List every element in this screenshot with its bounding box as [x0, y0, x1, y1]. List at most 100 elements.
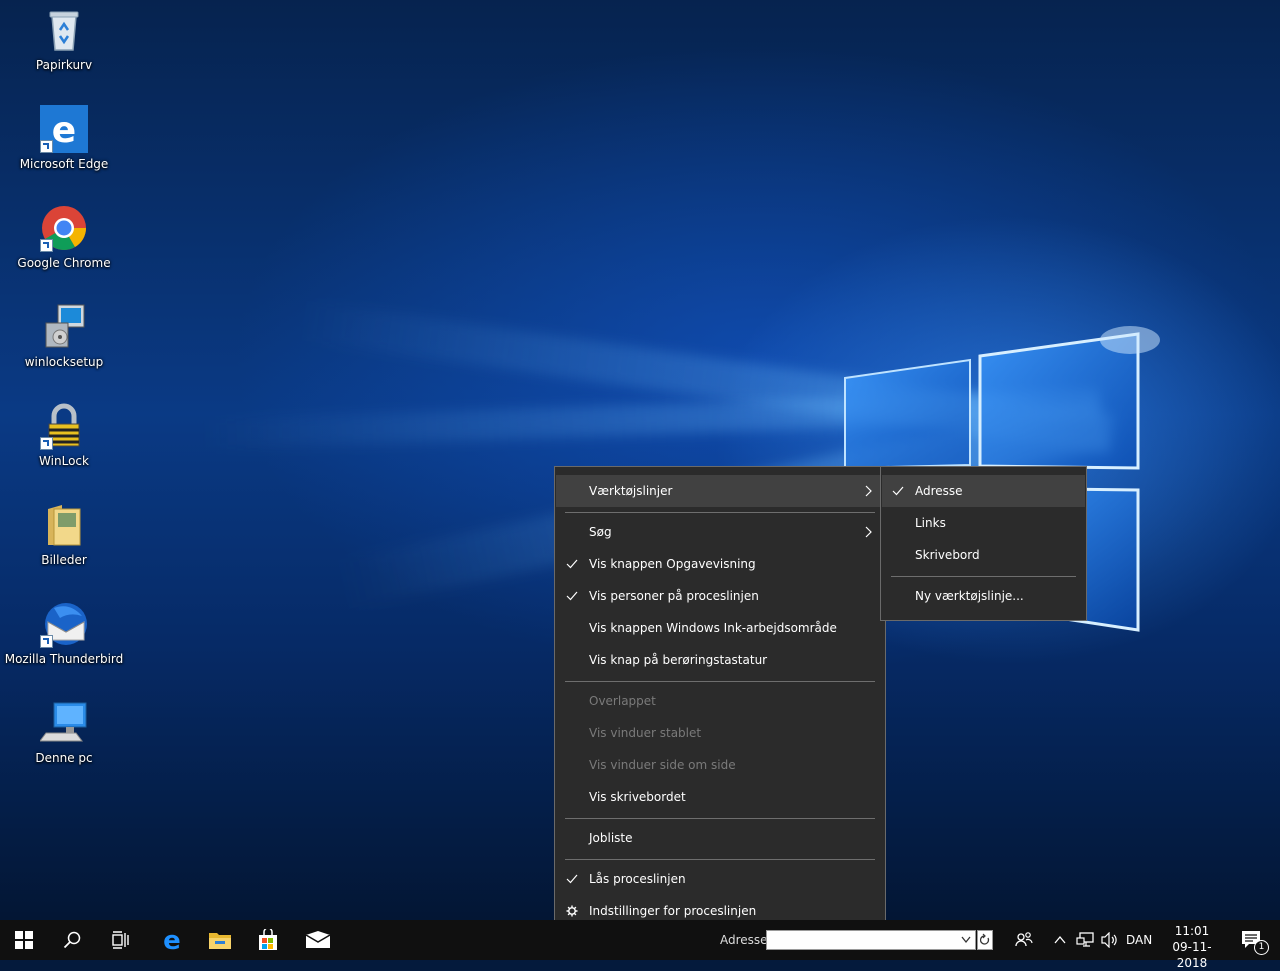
menu-item-toolbars[interactable]: Værktøjslinjer [556, 475, 884, 507]
network-button[interactable] [1072, 920, 1098, 960]
chevron-down-icon[interactable] [961, 936, 971, 944]
address-input[interactable] [766, 930, 976, 950]
installer-icon [40, 303, 88, 351]
submenu-item-desktop[interactable]: Skrivebord [882, 539, 1085, 571]
taskbar-store-button[interactable] [244, 920, 292, 960]
menu-item-label: Jobliste [589, 831, 633, 845]
menu-item-label: Indstillinger for proceslinjen [589, 904, 757, 918]
taskbar-mail-button[interactable] [294, 920, 342, 960]
show-hidden-icons-button[interactable] [1048, 920, 1072, 960]
menu-item-task-manager[interactable]: Jobliste [556, 822, 884, 854]
windows-start-icon [15, 931, 33, 949]
taskbar-edge-button[interactable]: e [148, 920, 196, 960]
menu-item-label: Værktøjslinjer [589, 484, 673, 498]
chevron-right-icon [865, 485, 872, 497]
taskbar-context-menu: Værktøjslinjer Søg Vis knappen Opgavevis… [554, 466, 886, 936]
shortcut-arrow-icon [40, 239, 53, 252]
volume-button[interactable] [1098, 920, 1122, 960]
menu-separator [891, 576, 1076, 577]
menu-item-label: Adresse [915, 484, 963, 498]
submenu-item-address[interactable]: Adresse [882, 475, 1085, 507]
start-button[interactable] [0, 920, 48, 960]
menu-item-task-view[interactable]: Vis knappen Opgavevisning [556, 548, 884, 580]
chrome-icon [40, 204, 88, 252]
menu-item-stacked: Vis vinduer stablet [556, 717, 884, 749]
thunderbird-icon [40, 600, 88, 648]
shortcut-arrow-icon [40, 437, 53, 450]
menu-item-label: Søg [589, 525, 612, 539]
search-icon [63, 931, 81, 949]
gear-icon [566, 905, 578, 917]
folder-pictures-icon [40, 501, 88, 549]
submenu-item-new-toolbar[interactable]: Ny værktøjslinje... [882, 580, 1085, 612]
desktop-icon-recycle-bin[interactable]: Papirkurv [4, 6, 124, 72]
people-icon [1015, 932, 1033, 947]
menu-item-show-desktop[interactable]: Vis skrivebordet [556, 781, 884, 813]
checkmark-icon [892, 486, 904, 496]
chevron-up-icon [1054, 936, 1066, 944]
desktop-icon-label: Google Chrome [17, 256, 111, 270]
computer-icon [39, 699, 88, 747]
menu-item-label: Vis vinduer side om side [589, 758, 736, 772]
svg-text:e: e [163, 928, 181, 952]
recycle-bin-icon [40, 6, 88, 54]
padlock-icon [40, 402, 88, 450]
menu-item-search[interactable]: Søg [556, 516, 884, 548]
taskbar: e Adresse DAN 11:01 09-11-2018 1 [0, 920, 1280, 970]
desktop-icon-denne-pc[interactable]: Denne pc [4, 699, 124, 765]
mail-icon [305, 931, 331, 948]
svg-text:e: e [52, 110, 76, 151]
menu-item-side-by-side: Vis vinduer side om side [556, 749, 884, 781]
notification-count-badge: 1 [1254, 940, 1269, 955]
people-button[interactable] [1002, 920, 1046, 960]
desktop-icon-label: Denne pc [35, 751, 93, 765]
edge-icon: e [40, 105, 88, 153]
desktop-icon-mozilla-thunderbird[interactable]: Mozilla Thunderbird [4, 600, 124, 666]
input-language-indicator[interactable]: DAN [1126, 933, 1152, 947]
menu-separator [565, 859, 875, 860]
menu-item-label: Lås proceslinjen [589, 872, 686, 886]
menu-item-label: Vis knap på berøringstastatur [589, 653, 768, 667]
address-go-button[interactable] [977, 930, 993, 950]
checkmark-icon [566, 591, 578, 601]
menu-item-label: Vis personer på proceslinjen [589, 589, 759, 603]
menu-separator [565, 681, 875, 682]
action-center-button[interactable]: 1 [1232, 920, 1272, 960]
desktop-icon-label: Billeder [41, 553, 87, 567]
task-view-button[interactable] [96, 920, 144, 960]
desktop-icon-google-chrome[interactable]: Google Chrome [4, 204, 124, 270]
task-view-icon [112, 931, 129, 949]
menu-item-label: Vis skrivebordet [589, 790, 686, 804]
menu-item-people[interactable]: Vis personer på proceslinjen [556, 580, 884, 612]
desktop-icon-winlock[interactable]: WinLock [4, 402, 124, 468]
clock-time: 11:01 [1174, 924, 1210, 938]
chevron-right-icon [865, 526, 872, 538]
taskbar-file-explorer-button[interactable] [196, 920, 244, 960]
search-button[interactable] [48, 920, 96, 960]
clock-date: 09-11-2018 [1172, 940, 1212, 970]
menu-item-label: Skrivebord [915, 548, 980, 562]
network-icon [1076, 932, 1094, 947]
desktop-icon-microsoft-edge[interactable]: e Microsoft Edge [4, 105, 124, 171]
toolbars-submenu: Adresse Links Skrivebord Ny værktøjslinj… [880, 466, 1087, 621]
menu-item-lock-taskbar[interactable]: Lås proceslinjen [556, 863, 884, 895]
menu-item-cascade: Overlappet [556, 685, 884, 717]
desktop-icon-winlocksetup[interactable]: winlocksetup [4, 303, 124, 369]
desktop-icon-label: Microsoft Edge [19, 157, 109, 171]
submenu-item-links[interactable]: Links [882, 507, 1085, 539]
menu-item-touch-keyboard[interactable]: Vis knap på berøringstastatur [556, 644, 884, 676]
address-toolbar-label: Adresse [720, 933, 768, 947]
shortcut-arrow-icon [40, 635, 53, 648]
refresh-icon [979, 933, 990, 945]
desktop-icon-billeder[interactable]: Billeder [4, 501, 124, 567]
menu-item-windows-ink[interactable]: Vis knappen Windows Ink-arbejdsområde [556, 612, 884, 644]
menu-item-label: Overlappet [589, 694, 656, 708]
shortcut-arrow-icon [40, 140, 53, 153]
edge-icon: e [163, 928, 181, 952]
menu-item-label: Vis knappen Opgavevisning [589, 557, 756, 571]
file-explorer-icon [209, 933, 231, 949]
clock[interactable]: 11:01 09-11-2018 [1158, 923, 1226, 970]
store-icon [259, 929, 277, 950]
desktop-icon-label: WinLock [39, 454, 89, 468]
menu-item-label: Vis knappen Windows Ink-arbejdsområde [589, 621, 837, 635]
